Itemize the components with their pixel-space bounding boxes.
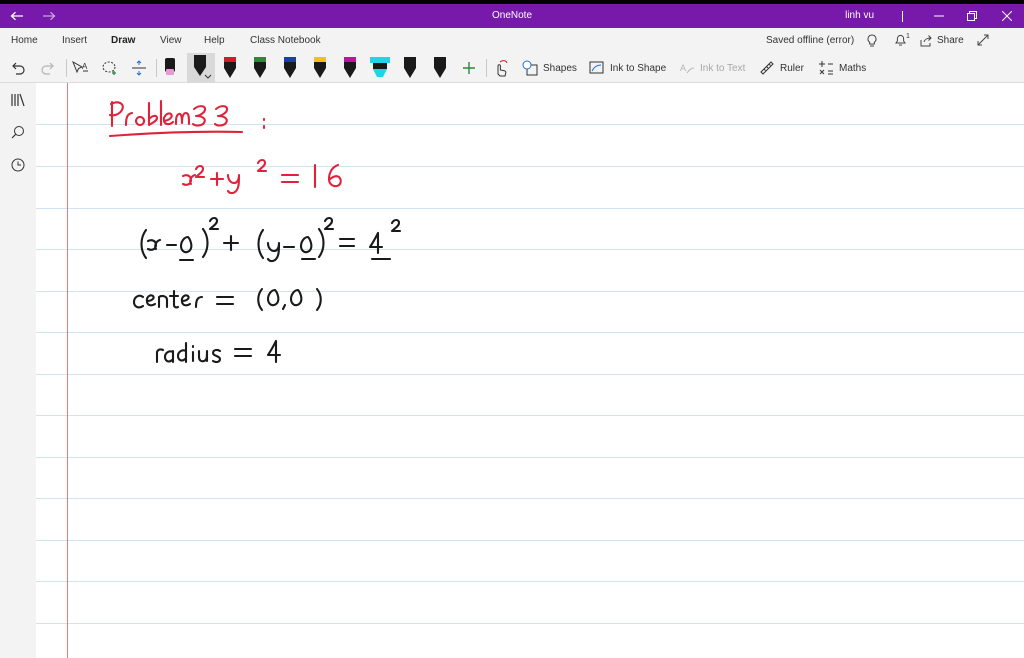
pencil-pink-icon xyxy=(165,58,175,75)
pen-green-icon xyxy=(254,57,266,78)
notebooks-icon xyxy=(11,93,25,107)
pen-black-2[interactable] xyxy=(432,56,448,80)
lasso-select-button[interactable] xyxy=(101,56,119,80)
close-button[interactable] xyxy=(990,4,1024,28)
type-select-button[interactable]: A xyxy=(71,56,89,80)
ribbon-tabs: Home Insert Draw View Help Class Noteboo… xyxy=(0,28,1024,54)
pen-magenta-icon xyxy=(344,57,356,78)
plus-icon xyxy=(463,62,475,74)
pen-black-icon xyxy=(404,57,416,78)
highlighter-cyan-icon xyxy=(370,57,390,77)
undo-icon xyxy=(12,62,25,75)
pen-black-2-icon xyxy=(434,57,446,78)
lasso-icon xyxy=(102,61,116,75)
restore-button[interactable] xyxy=(955,4,989,28)
toolbar-divider xyxy=(66,59,67,77)
ink-equation-line-1 xyxy=(181,158,342,195)
toolbar-divider xyxy=(156,59,157,77)
pen-yellow-icon xyxy=(314,57,326,78)
handwritten-ink xyxy=(108,99,402,364)
undo-button[interactable] xyxy=(10,56,26,80)
title-bar: OneNote linh vu xyxy=(0,4,1024,28)
ruler-icon xyxy=(760,61,774,75)
search-button[interactable] xyxy=(9,123,27,141)
notification-count: 1 xyxy=(906,33,910,40)
ruler-button[interactable]: Ruler xyxy=(759,56,804,80)
pen-black-selected[interactable] xyxy=(187,53,215,83)
add-pen-button[interactable] xyxy=(462,56,476,80)
recent-notes-button[interactable] xyxy=(9,156,27,174)
user-name[interactable]: linh vu xyxy=(845,4,874,28)
search-icon xyxy=(11,126,24,139)
pen-blue[interactable] xyxy=(282,56,298,80)
expand-button[interactable] xyxy=(977,34,989,46)
maths-icon xyxy=(819,61,833,75)
ink-to-shape-icon xyxy=(589,61,604,74)
tab-help[interactable]: Help xyxy=(204,28,225,54)
add-space-button[interactable] xyxy=(131,56,147,80)
note-page[interactable] xyxy=(36,83,1024,658)
maths-button[interactable]: Maths xyxy=(818,56,866,80)
svg-text:A: A xyxy=(82,62,88,71)
tab-view[interactable]: View xyxy=(160,28,182,54)
lightbulb-icon xyxy=(867,34,877,47)
share-button[interactable]: Share xyxy=(920,28,964,54)
toolbar-divider xyxy=(486,59,487,77)
shapes-button[interactable]: Shapes xyxy=(522,56,577,80)
pen-red-icon xyxy=(224,57,236,78)
shapes-icon xyxy=(522,60,538,76)
ink-equation-line-2 xyxy=(140,216,402,263)
redo-icon xyxy=(41,62,54,75)
ink-to-text-icon: A xyxy=(680,63,695,74)
draw-toolbar: A Shapes Ink to Shape A Ink to Text Rule… xyxy=(0,52,1024,83)
maths-label: Maths xyxy=(839,62,867,74)
expand-icon xyxy=(977,34,989,46)
tab-home[interactable]: Home xyxy=(11,28,38,54)
ink-to-shape-label: Ink to Shape xyxy=(610,62,667,74)
ink-radius-line xyxy=(155,339,282,364)
title-separator xyxy=(902,11,903,22)
pen-red[interactable] xyxy=(222,56,238,80)
select-text-icon: A xyxy=(72,60,88,74)
save-status[interactable]: Saved offline (error) xyxy=(766,28,854,54)
pen-blue-icon xyxy=(284,57,296,78)
tab-insert[interactable]: Insert xyxy=(62,28,87,54)
restore-icon xyxy=(967,11,977,21)
pen-green[interactable] xyxy=(252,56,268,80)
notebooks-button[interactable] xyxy=(9,91,27,109)
ink-to-shape-button[interactable]: Ink to Shape xyxy=(589,56,666,80)
share-icon xyxy=(920,35,932,47)
clock-icon xyxy=(11,158,25,172)
ink-to-text-label: Ink to Text xyxy=(700,62,746,74)
navigation-rail xyxy=(0,83,36,658)
close-icon xyxy=(1002,11,1012,21)
shapes-label: Shapes xyxy=(543,62,577,74)
pen-black-selected-icon xyxy=(194,55,212,79)
tell-me-button[interactable] xyxy=(866,34,878,48)
minimize-button[interactable] xyxy=(922,4,956,28)
touch-draw-icon xyxy=(497,60,508,77)
tab-draw[interactable]: Draw xyxy=(111,28,136,54)
ruler-label: Ruler xyxy=(780,62,804,74)
pen-magenta[interactable] xyxy=(342,56,358,80)
minimize-icon xyxy=(934,15,944,17)
tab-class-notebook[interactable]: Class Notebook xyxy=(250,28,321,54)
insert-space-icon xyxy=(132,60,146,76)
svg-text:A: A xyxy=(680,63,686,73)
redo-button[interactable] xyxy=(40,56,56,80)
ink-title-problem-33 xyxy=(108,99,266,138)
touch-drawing-button[interactable] xyxy=(492,56,510,80)
pen-black[interactable] xyxy=(402,56,418,80)
highlighter-cyan[interactable] xyxy=(369,56,391,80)
pencil-pink[interactable] xyxy=(162,56,178,80)
ink-center-line xyxy=(132,287,322,312)
share-label: Share xyxy=(937,35,964,46)
ink-to-text-button: A Ink to Text xyxy=(679,56,745,80)
pen-yellow[interactable] xyxy=(312,56,328,80)
